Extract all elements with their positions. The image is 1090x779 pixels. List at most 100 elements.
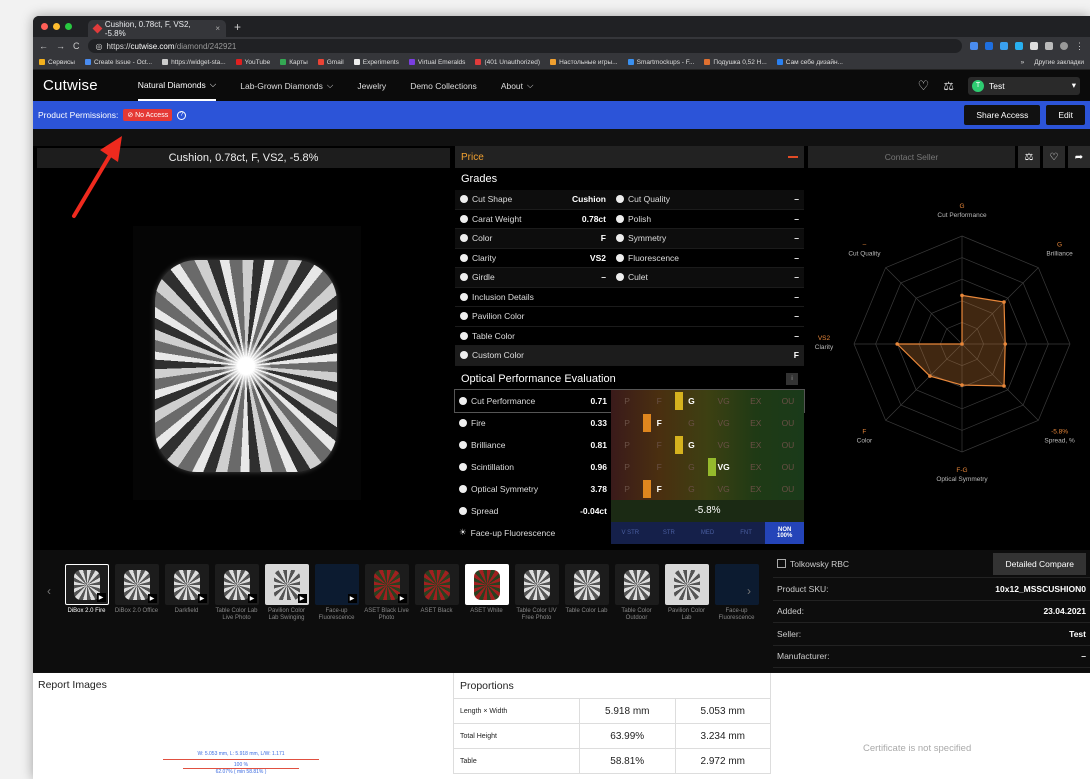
media-thumbnail[interactable]: ▶ DiBox 2.0 Fire [63, 564, 110, 622]
edit-button[interactable]: Edit [1046, 105, 1085, 125]
grade-row: Clarity VS2 Fluorescence – [455, 249, 804, 268]
media-thumbnail[interactable]: ▶ ASET Black Live Photo [363, 564, 410, 622]
extension-icon[interactable] [985, 42, 993, 50]
nav-actions: ♡ ⚖ T Test ▾ [918, 76, 1080, 95]
chevron-left-icon[interactable]: ‹ [47, 584, 51, 598]
media-thumbnail[interactable]: Table Color UV Free Photo [513, 564, 560, 622]
contact-seller-button[interactable]: Contact Seller [808, 146, 1015, 168]
media-thumbnail[interactable]: ASET White [463, 564, 510, 622]
user-menu[interactable]: T Test ▾ [968, 76, 1080, 95]
forward-icon[interactable]: → [56, 41, 65, 51]
maximize-window-button[interactable] [65, 23, 72, 30]
url-input[interactable]: ◎ https://cutwise.com/diamond/242921 [87, 39, 962, 53]
grade-row: Cut Shape Cushion Cut Quality – [455, 190, 804, 210]
close-window-button[interactable] [41, 23, 48, 30]
radar-chart: GCut PerformanceGBrillianceFFire-5.8%Spr… [815, 203, 1075, 483]
media-thumbnail[interactable]: ▶ Pavilion Color Lab Swinging [263, 564, 310, 622]
bookmark-item[interactable]: Experiments [353, 59, 399, 66]
share-arrow-icon[interactable]: ➦ [1068, 146, 1090, 168]
media-thumbnail[interactable]: ▶ Table Color Lab Live Photo [213, 564, 260, 622]
info-rows: Product SKU: 10x12_MSSCUSHION0 Added: 23.04… [773, 578, 1090, 668]
scales-compare-icon[interactable]: ⚖ [943, 79, 954, 93]
cutwise-logo[interactable]: Cutwise [43, 77, 98, 94]
fluor-grade: FNT [740, 529, 752, 536]
grade-label: Inclusion Details [472, 291, 534, 302]
media-thumbnail[interactable]: Face-up Fluorescence [713, 564, 760, 622]
product-main: Cushion, 0.78ct, F, VS2, -5.8% Price Gra… [33, 146, 1090, 550]
back-icon[interactable]: ← [39, 41, 48, 51]
bookmark-icon [162, 59, 169, 65]
reading-list-icon[interactable] [1045, 42, 1053, 50]
bookmark-item[interactable]: Карты [280, 59, 308, 66]
media-thumbnail[interactable]: Pavilion Color Lab [663, 564, 710, 622]
media-thumbnail[interactable]: ▶ Darkfield [163, 564, 210, 622]
heart-icon[interactable]: ♡ [1043, 146, 1065, 168]
minimize-window-button[interactable] [53, 23, 60, 30]
bookmark-item[interactable]: (401 Unauthorized) [475, 59, 540, 66]
media-thumbnail[interactable]: Table Color Lab [563, 564, 610, 622]
bookmark-item[interactable]: Сервисы [39, 59, 75, 66]
badge-text: No Access [135, 112, 169, 119]
media-thumbnail[interactable]: ▶ Face-up Fluorescence [313, 564, 360, 622]
nav-jewelry[interactable]: Jewelry [357, 81, 386, 91]
bookmark-item[interactable]: » [1021, 59, 1025, 66]
bookmark-icon [475, 59, 482, 65]
radar-grade-label: F-G [956, 467, 967, 474]
nav-demo-collections[interactable]: Demo Collections [410, 81, 477, 91]
media-thumbnail[interactable]: ASET Black [413, 564, 460, 622]
nav-label: Natural Diamonds [137, 79, 206, 90]
nav-lab-grown-diamonds[interactable]: Lab-Grown Diamonds ⌵ [240, 80, 333, 91]
close-tab-icon[interactable]: × [215, 24, 220, 33]
window-controls[interactable] [41, 23, 72, 30]
bookmark-item[interactable]: Сам себе дизайн... [776, 59, 843, 66]
nav-about[interactable]: About ⌵ [501, 80, 534, 91]
grade-value: – [794, 291, 799, 302]
heart-icon[interactable]: ♡ [918, 78, 930, 94]
bookmark-item[interactable]: Подушка 0,52 Н... [704, 59, 767, 66]
detailed-compare-button[interactable]: Detailed Compare [993, 552, 1086, 575]
optical-title-text: Optical Performance Evaluation [461, 372, 616, 385]
optical-label-cell: ☀ Face-up Fluorescence [455, 522, 611, 544]
address-bar-row: ← → C ◎ https://cutwise.com/diamond/2429… [33, 37, 1090, 55]
info-icon[interactable]: i [786, 372, 798, 385]
scales-compare-icon[interactable]: ⚖ [1018, 146, 1040, 168]
more-menu-icon[interactable]: ⋮ [1075, 41, 1084, 52]
grades-title: Grades [461, 173, 498, 185]
help-icon[interactable]: ? [177, 110, 187, 120]
site-info-icon[interactable]: ◎ [96, 42, 103, 51]
extension-icon[interactable] [1000, 42, 1008, 50]
nav-label: Lab-Grown Diamonds [240, 80, 323, 91]
browser-tab[interactable]: Cushion, 0.78ct, F, VS2, -5.8% × [88, 20, 226, 38]
scale-grade: F [656, 461, 662, 472]
new-tab-button[interactable]: + [234, 20, 241, 34]
bookmark-item[interactable]: Smartmockups - F... [627, 59, 694, 66]
grade-icon [616, 234, 624, 243]
bookmark-item[interactable]: YouTube [235, 59, 270, 66]
reload-icon[interactable]: C [73, 41, 80, 51]
grade-value: F [793, 350, 799, 361]
tolkowsky-checkbox[interactable] [777, 559, 786, 568]
extension-icon[interactable] [970, 42, 978, 50]
bookmark-item[interactable]: Create Issue - Oct... [84, 59, 152, 66]
price-header[interactable]: Price [455, 146, 804, 168]
bookmark-item[interactable]: Другие закладки [1034, 59, 1084, 66]
bookmark-item[interactable]: Gmail [317, 59, 344, 66]
bookmark-item[interactable]: Virtual Emeralds [408, 59, 465, 66]
nav-natural-diamonds[interactable]: Natural Diamonds ⌵ [137, 70, 217, 101]
extension-icon[interactable] [1015, 42, 1023, 50]
bookmark-item[interactable]: Настольные игры... [550, 59, 618, 66]
diamond-image[interactable] [133, 226, 361, 500]
collapse-icon[interactable] [788, 156, 798, 158]
fluorescence-icon: ☀ [459, 527, 467, 537]
media-thumbnail[interactable]: ▶ DiBox 2.0 Office [113, 564, 160, 622]
play-icon: ▶ [147, 594, 157, 603]
share-access-button[interactable]: Share Access [964, 105, 1041, 125]
grade-value: – [794, 272, 799, 283]
chevron-right-icon[interactable]: › [747, 584, 751, 598]
bookmark-item[interactable]: https://widget-sta... [162, 59, 226, 66]
media-thumbnail[interactable]: Table Color Outdoor [613, 564, 660, 622]
puzzle-icon[interactable] [1030, 42, 1038, 50]
product-info-panel: Tolkowsky RBC Detailed Compare Product S… [773, 550, 1090, 672]
cushion-diamond-graphic [155, 260, 337, 472]
profile-icon[interactable] [1060, 42, 1068, 50]
